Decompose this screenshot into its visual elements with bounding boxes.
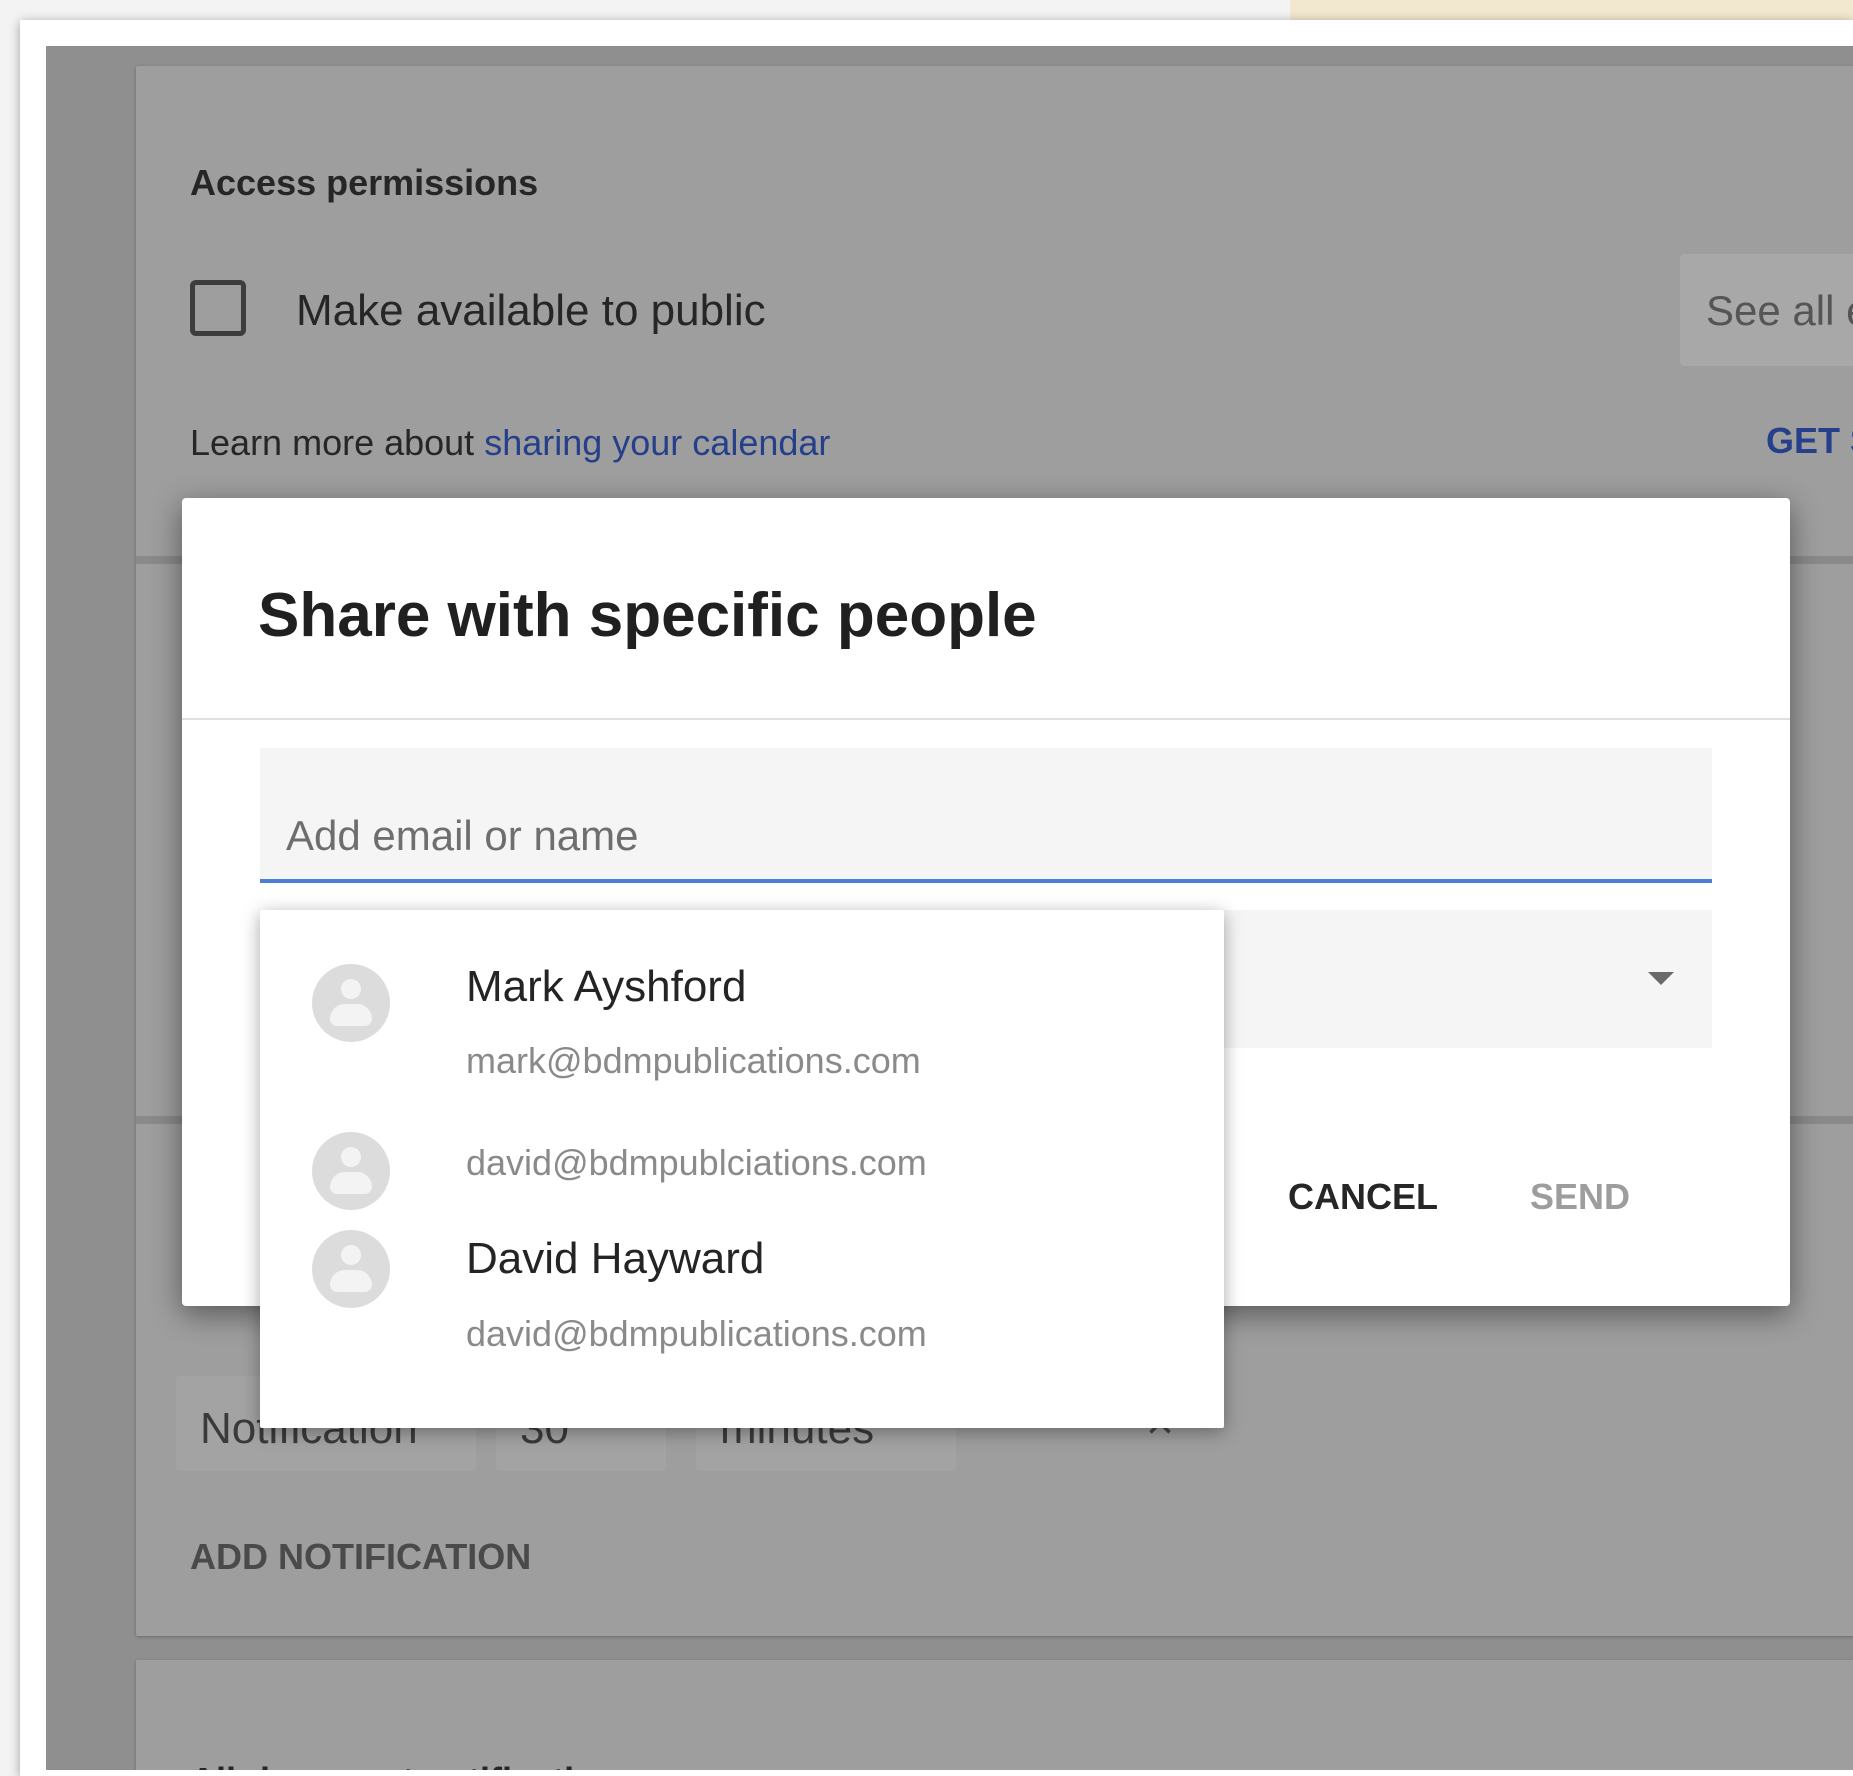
avatar-icon: [312, 964, 390, 1042]
cancel-button[interactable]: CANCEL: [1288, 1176, 1438, 1218]
avatar-icon: [312, 1132, 390, 1210]
all-day-notifications-card: All-day event notifications: [136, 1660, 1853, 1770]
avatar-body: [330, 1172, 372, 1194]
avatar-icon: [312, 1230, 390, 1308]
sharing-calendar-link[interactable]: sharing your calendar: [484, 422, 830, 463]
learn-more-prefix: Learn more about: [190, 422, 485, 463]
suggestion-email: mark@bdmpublications.com: [466, 1040, 921, 1081]
dialog-title: Share with specific people: [258, 581, 1037, 650]
avatar-head: [341, 1147, 361, 1167]
suggestion-item[interactable]: David Hayward david@bdmpublications.com: [260, 1200, 1224, 1428]
email-or-name-input[interactable]: [260, 748, 1712, 879]
learn-more-text: Learn more about sharing your calendar: [190, 422, 830, 464]
section-title-access-permissions: Access permissions: [190, 162, 539, 203]
send-button[interactable]: SEND: [1530, 1176, 1630, 1218]
window-top-highlight: [1290, 0, 1853, 22]
section-title-all-day-notifications: All-day event notifications: [190, 1760, 638, 1770]
modal-backdrop[interactable]: Access permissions Make available to pub…: [46, 46, 1853, 1770]
suggestion-name: David Hayward: [466, 1234, 765, 1283]
suggestion-email: david@bdmpublciations.com: [466, 1142, 927, 1183]
avatar-head: [341, 1245, 361, 1265]
email-input-container: [260, 748, 1712, 883]
add-notification-button[interactable]: ADD NOTIFICATION: [190, 1536, 531, 1578]
suggestion-email: david@bdmpublications.com: [466, 1313, 927, 1354]
suggestion-item[interactable]: david@bdmpublciations.com: [260, 1100, 1224, 1210]
avatar-body: [330, 1004, 372, 1026]
suggestion-name: Mark Ayshford: [466, 962, 747, 1011]
see-all-button[interactable]: See all e: [1680, 254, 1853, 366]
public-checkbox[interactable]: [190, 280, 246, 336]
suggestion-item[interactable]: Mark Ayshford mark@bdmpublications.com: [260, 910, 1224, 1100]
dialog-divider: [182, 718, 1790, 720]
avatar-body: [330, 1270, 372, 1292]
dropdown-arrow-icon: [1648, 972, 1674, 985]
public-checkbox-label: Make available to public: [296, 286, 766, 335]
avatar-head: [341, 979, 361, 999]
contact-suggestions-list: Mark Ayshford mark@bdmpublications.com d…: [260, 910, 1224, 1428]
get-shareable-link-button[interactable]: GET SH: [1766, 420, 1853, 462]
